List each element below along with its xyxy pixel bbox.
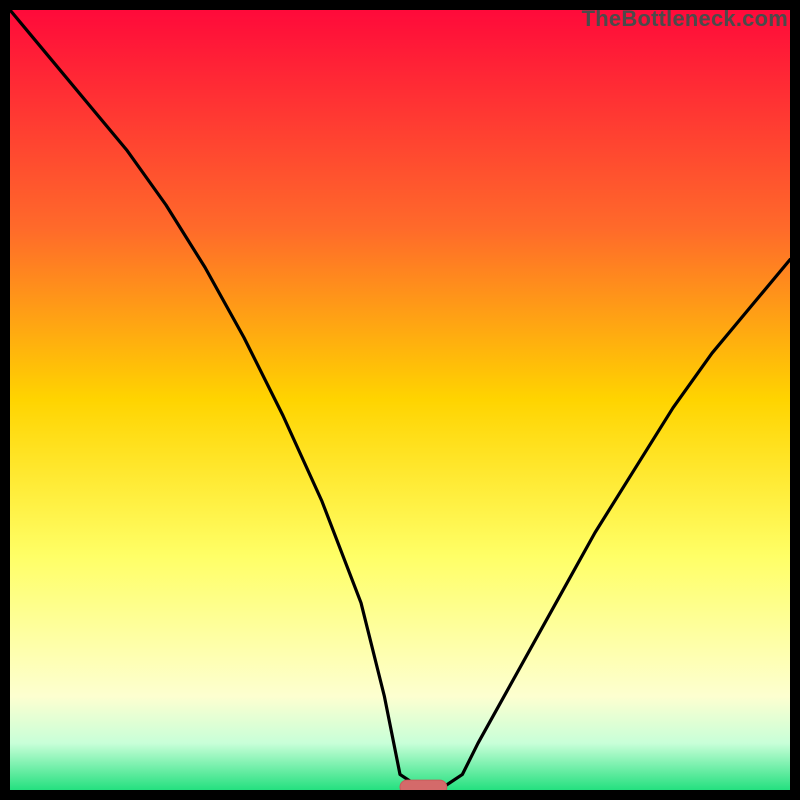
gradient-background [10, 10, 790, 790]
watermark-label: TheBottleneck.com [582, 6, 788, 32]
chart-container: TheBottleneck.com [0, 0, 800, 800]
bottleneck-chart [10, 10, 790, 790]
optimal-point-marker [400, 780, 447, 790]
